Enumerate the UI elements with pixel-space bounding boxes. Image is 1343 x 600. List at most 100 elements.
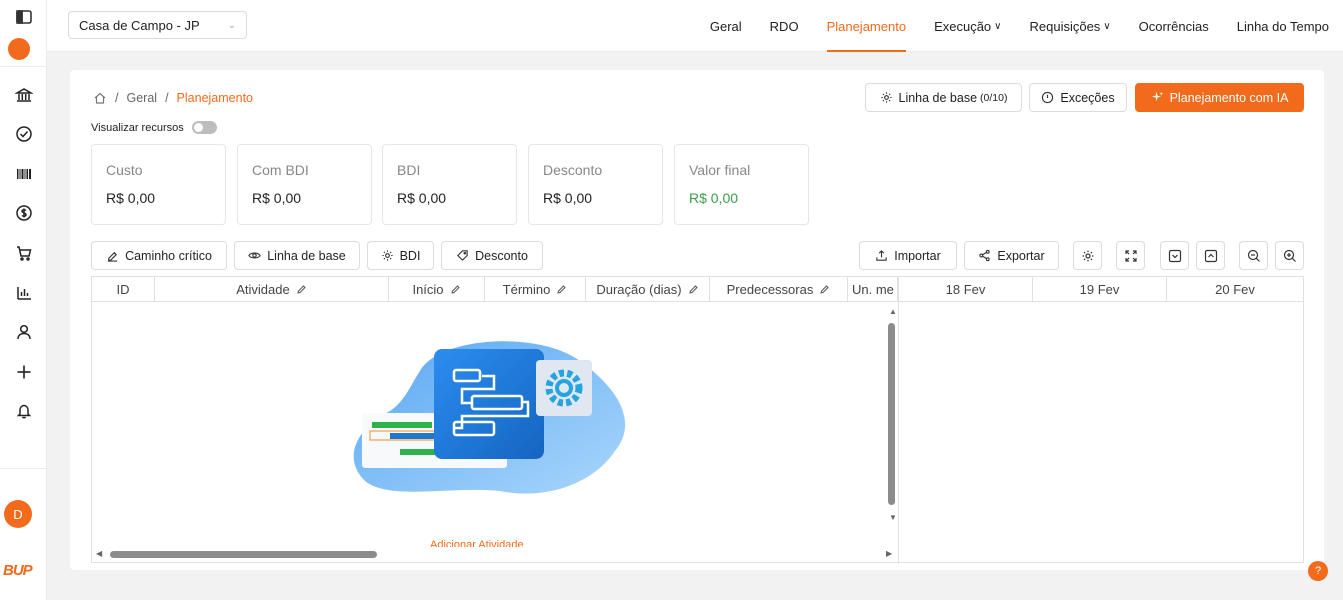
plus-icon[interactable] xyxy=(8,359,39,385)
home-icon[interactable] xyxy=(93,91,107,105)
topbar: Casa de Campo - JP ⌄ Geral RDO Planejame… xyxy=(47,0,1343,52)
nav-ocorrencias[interactable]: Ocorrências xyxy=(1125,0,1223,52)
scroll-right-icon[interactable]: ▶ xyxy=(886,549,892,558)
column-header-inicio[interactable]: Início xyxy=(389,277,485,302)
column-label: ID xyxy=(116,282,130,297)
bar-chart-icon[interactable] xyxy=(8,280,39,306)
dollar-icon[interactable] xyxy=(8,200,39,226)
breadcrumb: / Geral / Planejamento xyxy=(93,91,253,105)
nav-execucao[interactable]: Execução ∨ xyxy=(920,0,1015,52)
nav-planejamento[interactable]: Planejamento xyxy=(813,0,921,52)
chevron-down-icon: ∨ xyxy=(1103,20,1111,32)
zoom-in-button[interactable] xyxy=(1275,241,1304,270)
eye-icon xyxy=(248,252,261,259)
fullscreen-button[interactable] xyxy=(1116,241,1145,270)
tag-icon xyxy=(457,250,468,261)
avatar[interactable]: D xyxy=(4,500,32,528)
panel-toggle-icon[interactable] xyxy=(8,4,39,30)
column-label: Predecessoras xyxy=(726,282,814,297)
stat-bdi: BDI R$ 0,00 xyxy=(382,144,517,225)
collapse-all-button[interactable] xyxy=(1160,241,1189,270)
stat-label: Desconto xyxy=(543,162,603,178)
vertical-scrollbar[interactable] xyxy=(888,323,895,505)
check-circle-icon[interactable] xyxy=(8,121,39,147)
clock-icon xyxy=(1042,91,1054,104)
column-label: Un. me xyxy=(852,282,894,297)
logo-icon[interactable] xyxy=(8,38,30,60)
breadcrumb-current: Planejamento xyxy=(176,91,253,105)
chevron-down-icon: ⌄ xyxy=(227,19,236,31)
user-icon[interactable] xyxy=(8,319,39,345)
bdi-button[interactable]: BDI xyxy=(367,241,434,270)
nav-label: RDO xyxy=(769,18,799,34)
discount-button[interactable]: Desconto xyxy=(441,241,543,270)
column-header-termino[interactable]: Término xyxy=(485,277,586,302)
highlighter-icon xyxy=(107,251,118,262)
export-label: Exportar xyxy=(997,248,1045,263)
add-activity-link[interactable]: Adicionar Atividade xyxy=(430,539,524,547)
column-header-duracao[interactable]: Duração (dias) xyxy=(586,277,710,302)
exceptions-button[interactable]: Exceções xyxy=(1029,83,1127,112)
cart-icon[interactable] xyxy=(8,240,39,266)
column-header-id[interactable]: ID xyxy=(92,277,155,302)
timeline-header-day: 20 Fev xyxy=(1167,277,1303,302)
exceptions-label: Exceções xyxy=(1060,90,1115,105)
stat-label: BDI xyxy=(397,162,421,178)
baseline-header-button[interactable]: Linha de base (0/10) xyxy=(865,83,1022,112)
gear-icon xyxy=(880,92,892,103)
project-select-value: Casa de Campo - JP xyxy=(79,17,200,33)
scroll-down-icon[interactable]: ▼ xyxy=(889,513,897,522)
scroll-up-icon[interactable]: ▲ xyxy=(889,307,897,316)
sidebar: D BUP xyxy=(0,0,47,600)
breadcrumb-separator: / xyxy=(165,91,169,105)
column-header-predecessoras[interactable]: Predecessoras xyxy=(710,277,848,302)
column-label: Atividade xyxy=(236,282,290,297)
chevron-down-square-icon xyxy=(1168,249,1181,262)
nav-geral[interactable]: Geral xyxy=(696,0,756,52)
stat-value: R$ 0,00 xyxy=(689,190,739,206)
critical-path-button[interactable]: Caminho crítico xyxy=(91,241,227,270)
sparkle-icon xyxy=(1151,91,1163,102)
expand-all-button[interactable] xyxy=(1196,241,1225,270)
zoom-in-icon xyxy=(1283,249,1296,262)
import-button[interactable]: Importar xyxy=(859,241,957,270)
column-header-atividade[interactable]: Atividade xyxy=(155,277,389,302)
horizontal-scrollbar[interactable] xyxy=(110,551,377,558)
settings-button[interactable] xyxy=(1073,241,1102,270)
stat-label: Com BDI xyxy=(252,162,309,178)
baseline-label: Linha de base xyxy=(267,248,346,263)
nav-linha-do-tempo[interactable]: Linha do Tempo xyxy=(1223,0,1343,52)
ai-planning-label: Planejamento com IA xyxy=(1169,90,1289,105)
nav-requisicoes[interactable]: Requisições ∨ xyxy=(1015,0,1124,52)
zoom-out-icon xyxy=(1247,249,1260,262)
zoom-out-button[interactable] xyxy=(1239,241,1268,270)
expand-icon xyxy=(1124,249,1137,262)
resources-toggle-label: Visualizar recursos xyxy=(91,121,184,134)
gear-icon xyxy=(381,250,393,261)
barcode-icon[interactable] xyxy=(8,161,39,187)
bdi-label: BDI xyxy=(399,248,421,263)
critical-path-label: Caminho crítico xyxy=(125,248,212,263)
bell-icon[interactable] xyxy=(8,398,39,424)
column-header-unidade[interactable]: Un. me xyxy=(848,277,898,302)
project-select[interactable]: Casa de Campo - JP ⌄ xyxy=(68,11,247,39)
baseline-button[interactable]: Linha de base xyxy=(234,241,360,270)
bank-icon[interactable] xyxy=(8,82,39,108)
baseline-count: (0/10) xyxy=(980,91,1008,104)
breadcrumb-geral[interactable]: Geral xyxy=(126,91,157,105)
baseline-header-label: Linha de base xyxy=(898,90,978,105)
help-icon[interactable]: ? xyxy=(1308,561,1328,581)
resources-toggle[interactable] xyxy=(191,121,217,134)
timeline-label: 18 Fev xyxy=(945,282,986,297)
chevron-down-icon: ∨ xyxy=(994,20,1002,32)
nav-label: Execução xyxy=(934,18,992,34)
timeline-label: 19 Fev xyxy=(1079,282,1120,297)
stat-label: Custo xyxy=(106,162,143,178)
nav-label: Requisições xyxy=(1029,18,1101,34)
column-label: Duração (dias) xyxy=(596,282,682,297)
export-button[interactable]: Exportar xyxy=(964,241,1059,270)
nav-rdo[interactable]: RDO xyxy=(756,0,813,52)
ai-planning-button[interactable]: Planejamento com IA xyxy=(1135,83,1304,112)
scroll-left-icon[interactable]: ◀ xyxy=(96,549,102,558)
gear-icon xyxy=(1082,250,1093,261)
